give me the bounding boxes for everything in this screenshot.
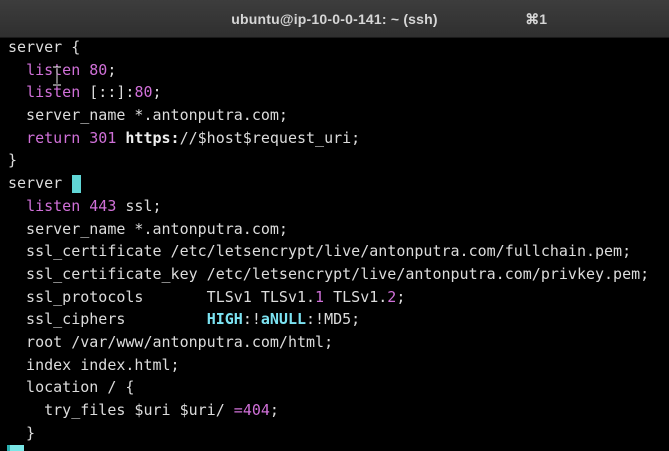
config-line: } xyxy=(8,422,663,445)
terminal-cursor xyxy=(7,445,24,451)
terminal-window: ubuntu@ip-10-0-0-141: ~ (ssh) ⌘1 server … xyxy=(0,0,669,451)
config-line: } xyxy=(8,149,663,172)
number: 80 xyxy=(134,83,153,102)
config-line: listen 443 ssl; xyxy=(8,195,663,218)
code-text: server xyxy=(8,174,72,193)
number: 2 xyxy=(387,287,397,306)
code-text: :!MD5; xyxy=(306,310,361,329)
code-text: ssl_protocols TLSv1 TLSv1. xyxy=(8,287,316,306)
code-text: TLSv1. xyxy=(324,287,388,306)
config-line: listen [::]:80; xyxy=(8,81,663,104)
url-scheme: https: xyxy=(125,128,180,147)
code-text: ssl_ciphers xyxy=(8,310,207,329)
code-text: [::]: xyxy=(80,83,135,102)
cipher-token: HIGH xyxy=(206,310,243,329)
code-text: server_name *.antonputra.com; xyxy=(8,106,288,125)
code-text: try_files $uri $uri/ xyxy=(8,401,234,419)
cipher-token: aNULL xyxy=(260,310,307,329)
code-text: ; xyxy=(396,287,406,306)
code-text: server_name *.antonputra.com; xyxy=(8,219,288,238)
config-line: ssl_ciphers HIGH:!aNULL:!MD5; xyxy=(8,308,663,331)
code-text: } xyxy=(8,423,36,442)
number: 301 xyxy=(89,128,117,147)
keyword: return xyxy=(26,128,81,147)
bracket-highlight xyxy=(72,174,82,193)
code-text: index index.html; xyxy=(8,355,180,374)
number: 1 xyxy=(315,287,325,306)
config-line: location / { xyxy=(8,376,663,399)
code-text: ssl_certificate_key /etc/letsencrypt/liv… xyxy=(8,264,650,283)
code-text: //$host$request_uri; xyxy=(179,128,361,147)
code-text: location / { xyxy=(8,378,135,397)
tab-shortcut: ⌘1 xyxy=(525,11,547,27)
number: 80 xyxy=(89,60,108,79)
code-text: server { xyxy=(8,38,81,56)
config-line: server_name *.antonputra.com; xyxy=(8,104,663,127)
code-text: ; xyxy=(107,60,117,79)
config-line: try_files $uri $uri/ =404; xyxy=(8,399,663,422)
config-line: return 301 https://$host$request_uri; xyxy=(8,127,663,150)
config-line: ssl_certificate_key /etc/letsencrypt/liv… xyxy=(8,263,663,286)
number: 443 xyxy=(89,196,117,215)
number: 404 xyxy=(242,401,270,419)
window-title: ubuntu@ip-10-0-0-141: ~ (ssh) xyxy=(231,11,438,27)
config-line: server { xyxy=(8,36,663,59)
config-line xyxy=(7,444,663,451)
config-line: root /var/www/antonputra.com/html; xyxy=(8,331,663,354)
keyword: listen xyxy=(26,83,81,102)
ibeam-cursor-icon xyxy=(53,66,61,86)
config-line: index index.html; xyxy=(8,354,663,377)
keyword: listen xyxy=(26,196,81,215)
title-bar[interactable]: ubuntu@ip-10-0-0-141: ~ (ssh) ⌘1 xyxy=(0,0,669,38)
code-text: ; xyxy=(152,83,162,102)
config-line: ssl_certificate /etc/letsencrypt/live/an… xyxy=(8,240,663,263)
config-line: server xyxy=(8,172,663,195)
config-line: listen 80; xyxy=(8,59,663,82)
code-text: :! xyxy=(242,310,261,329)
terminal-content[interactable]: server { listen 80; listen [::]:80; serv… xyxy=(7,36,663,451)
code-text: ssl; xyxy=(116,196,162,215)
code-text: } xyxy=(8,151,18,170)
config-line: ssl_protocols TLSv1 TLSv1.1 TLSv1.2; xyxy=(8,286,663,309)
code-text: ssl_certificate /etc/letsencrypt/live/an… xyxy=(8,242,632,261)
code-text: ; xyxy=(269,401,279,419)
config-line: server_name *.antonputra.com; xyxy=(8,218,663,241)
operator: = xyxy=(233,401,243,419)
code-text: root /var/www/antonputra.com/html; xyxy=(8,332,334,351)
